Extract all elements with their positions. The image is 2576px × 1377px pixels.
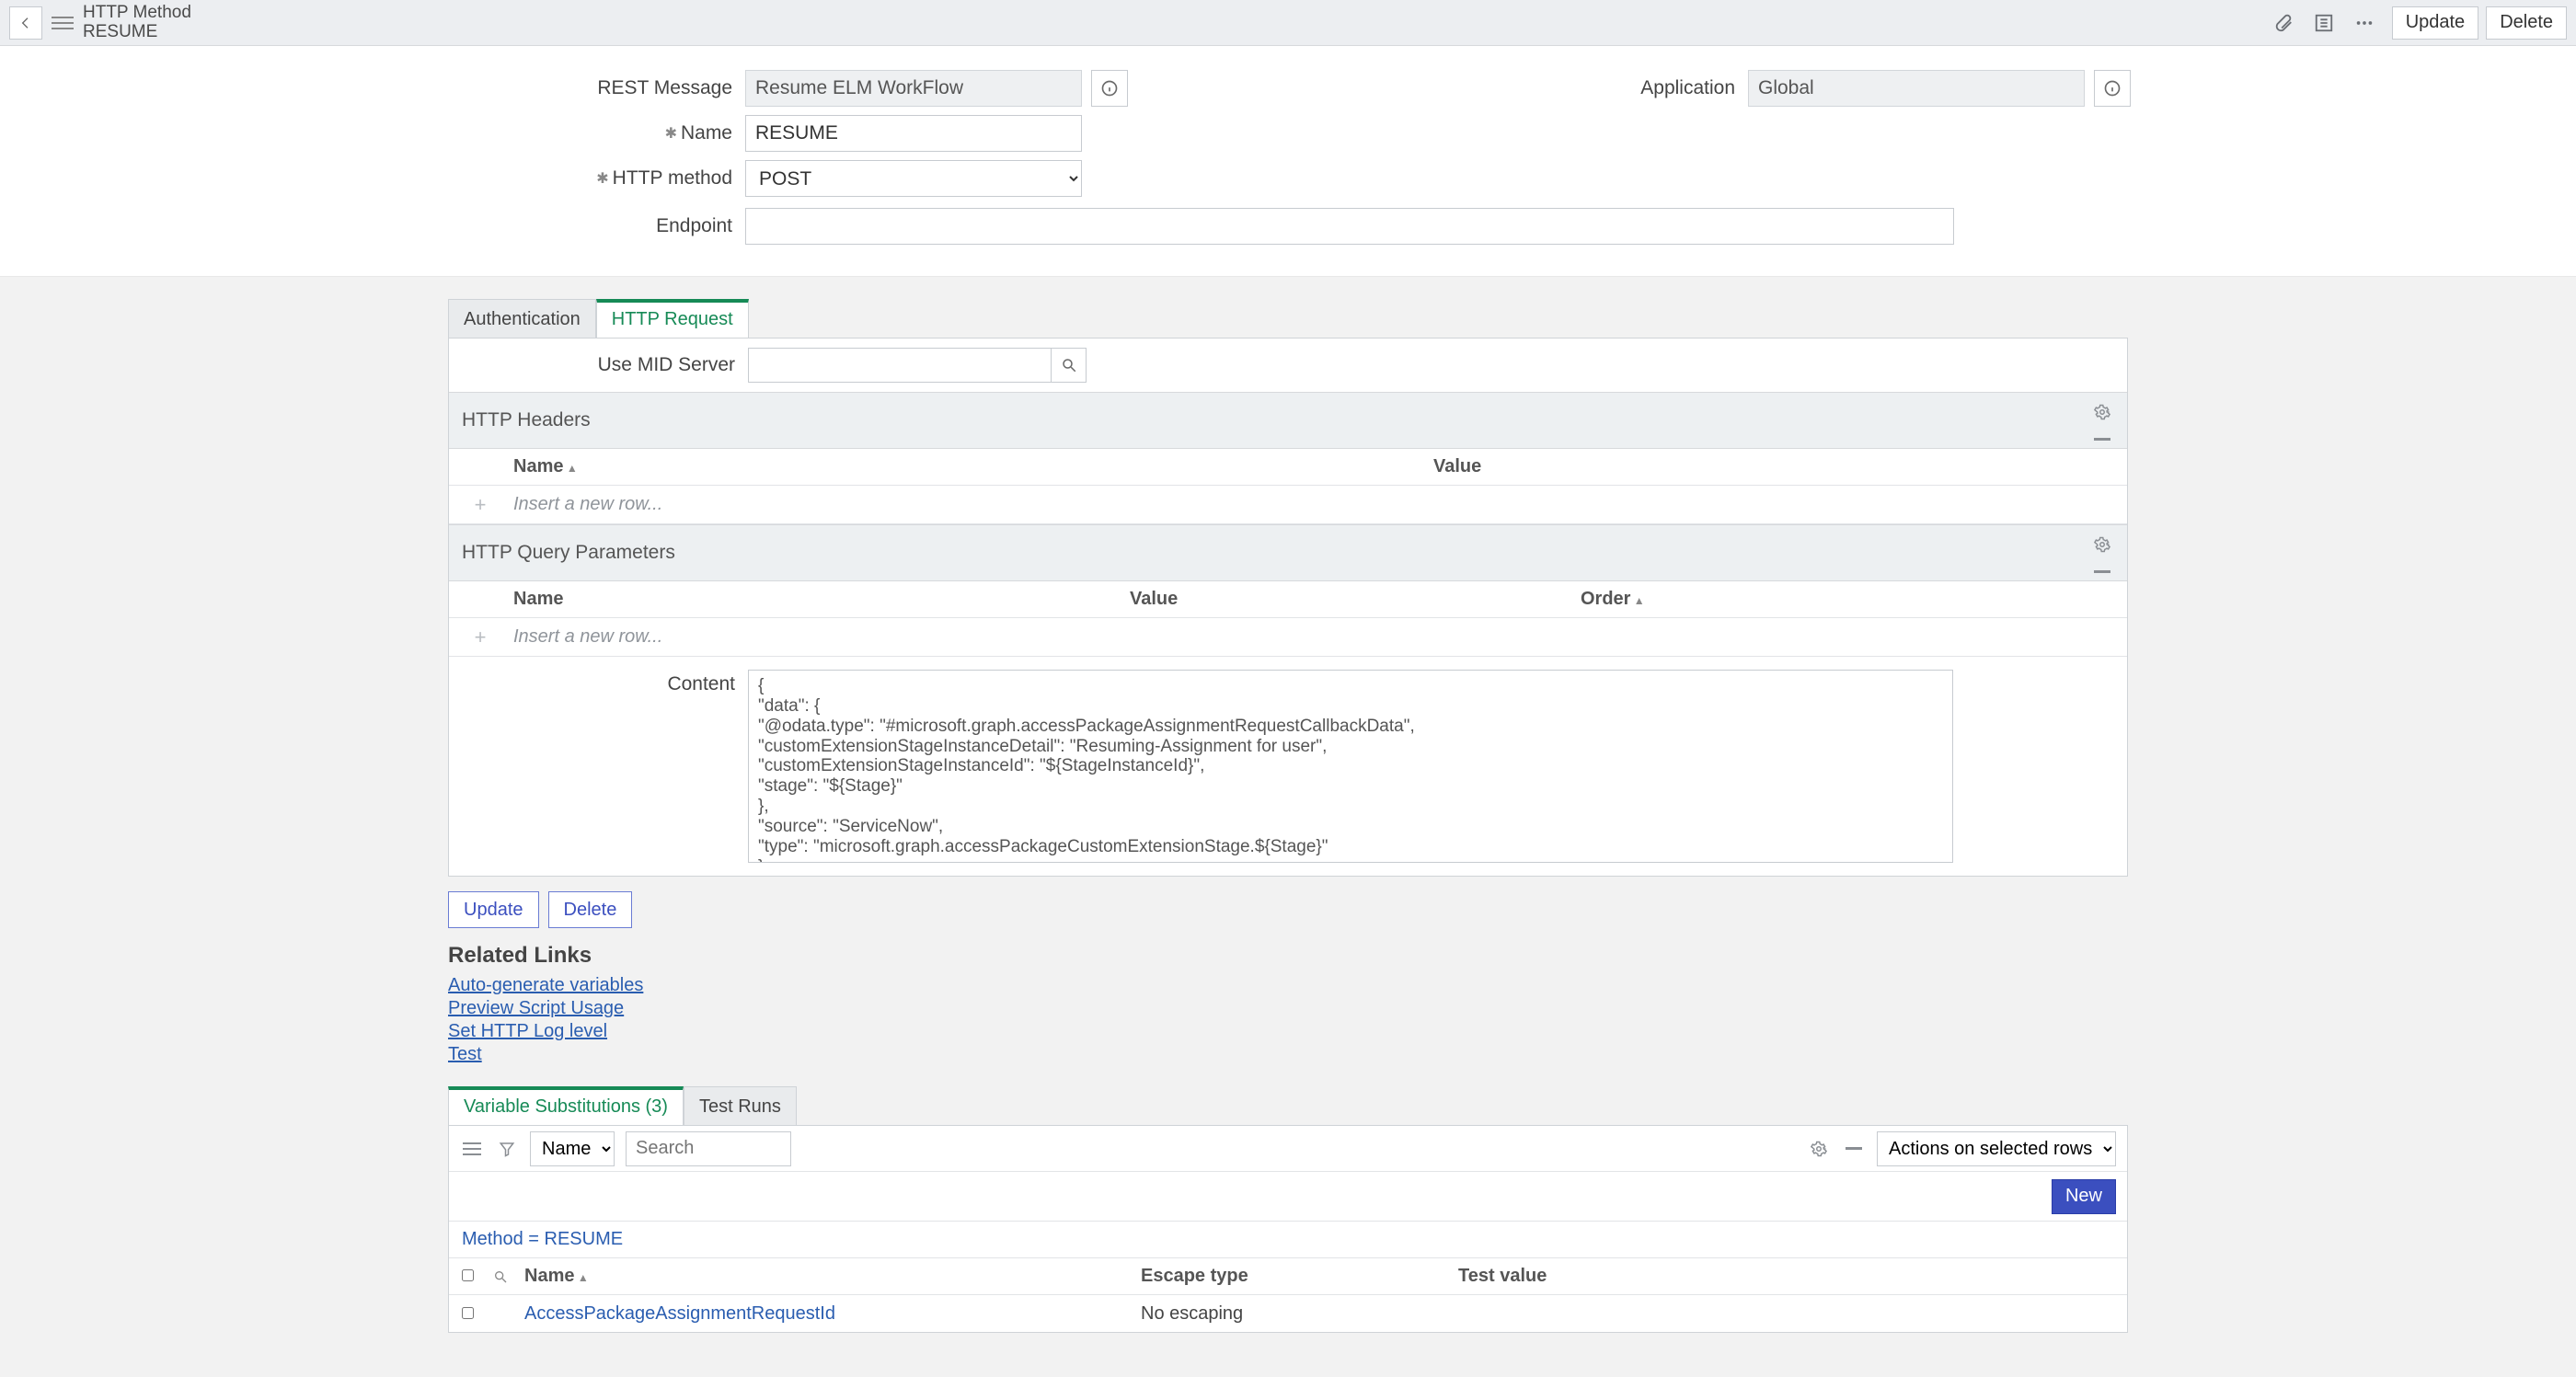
list-row[interactable]: AccessPackageAssignmentRequestId No esca… bbox=[449, 1295, 2127, 1332]
title-main: HTTP Method bbox=[83, 4, 191, 23]
new-button[interactable]: New bbox=[2052, 1179, 2116, 1214]
insert-row-text: Insert a new row... bbox=[513, 494, 662, 515]
top-header-bar: HTTP Method RESUME Update Delete bbox=[0, 0, 2576, 46]
link-preview-script[interactable]: Preview Script Usage bbox=[448, 997, 2576, 1020]
name-field[interactable] bbox=[745, 115, 1082, 152]
rest-message-label: REST Message bbox=[0, 77, 745, 99]
rest-message-info-icon[interactable] bbox=[1091, 70, 1128, 107]
back-button[interactable] bbox=[9, 6, 42, 40]
tab-test-runs[interactable]: Test Runs bbox=[684, 1086, 797, 1125]
mid-server-label: Use MID Server bbox=[449, 354, 748, 376]
name-label: ✱Name bbox=[0, 122, 745, 144]
list-col-escape[interactable]: Escape type bbox=[1141, 1266, 1458, 1287]
link-set-log-level[interactable]: Set HTTP Log level bbox=[448, 1020, 2576, 1043]
content-label: Content bbox=[449, 670, 748, 863]
group-field-select[interactable]: Name bbox=[530, 1131, 615, 1166]
insert-row-text: Insert a new row... bbox=[513, 626, 662, 648]
row-escape: No escaping bbox=[1141, 1303, 1458, 1325]
activity-icon[interactable] bbox=[2311, 10, 2337, 36]
attachment-icon[interactable] bbox=[2271, 10, 2296, 36]
http-headers-section: HTTP Headers bbox=[449, 392, 2127, 449]
required-icon: ✱ bbox=[665, 124, 677, 143]
actions-select[interactable]: Actions on selected rows... bbox=[1877, 1131, 2116, 1166]
hamburger-icon[interactable] bbox=[52, 12, 74, 34]
related-links-heading: Related Links bbox=[448, 943, 2576, 969]
http-method-label: ✱HTTP method bbox=[0, 167, 745, 189]
application-info-icon[interactable] bbox=[2094, 70, 2131, 107]
page-title: HTTP Method RESUME bbox=[83, 4, 191, 42]
update-button[interactable]: Update bbox=[448, 891, 539, 928]
col-header-name[interactable]: Name bbox=[513, 456, 1433, 477]
application-label: Application bbox=[1288, 77, 1748, 99]
gear-icon[interactable] bbox=[1807, 1137, 1831, 1161]
gear-icon[interactable] bbox=[2092, 534, 2112, 555]
rest-message-field: Resume ELM WorkFlow bbox=[745, 70, 1082, 107]
plus-icon: + bbox=[467, 493, 493, 517]
list-toolbar: Name Actions on selected rows... bbox=[449, 1126, 2127, 1172]
list-header-row: Name Escape type Test value bbox=[449, 1258, 2127, 1295]
row-search-icon[interactable] bbox=[493, 1269, 524, 1284]
mid-server-field[interactable] bbox=[748, 348, 1052, 383]
more-icon[interactable] bbox=[2352, 10, 2377, 36]
header-delete-button[interactable]: Delete bbox=[2486, 6, 2567, 40]
row-name-link[interactable]: AccessPackageAssignmentRequestId bbox=[524, 1303, 835, 1324]
col-header-value[interactable]: Value bbox=[1433, 456, 1893, 477]
query-insert-row[interactable]: + Insert a new row... bbox=[449, 618, 2127, 657]
delete-button[interactable]: Delete bbox=[548, 891, 633, 928]
plus-icon: + bbox=[467, 625, 493, 649]
list-menu-icon[interactable] bbox=[460, 1137, 484, 1161]
form-section: REST Message Resume ELM WorkFlow ✱Name ✱… bbox=[0, 46, 2576, 277]
link-test[interactable]: Test bbox=[448, 1043, 2576, 1066]
header-update-button[interactable]: Update bbox=[2392, 6, 2479, 40]
list-breadcrumb[interactable]: Method = RESUME bbox=[449, 1222, 2127, 1258]
http-request-panel: Use MID Server HTTP Headers Name Value +… bbox=[448, 338, 2128, 877]
http-query-title: HTTP Query Parameters bbox=[462, 542, 675, 564]
application-field: Global bbox=[1748, 70, 2085, 107]
collapse-icon[interactable] bbox=[2092, 430, 2112, 450]
title-sub: RESUME bbox=[83, 23, 191, 42]
headers-insert-row[interactable]: + Insert a new row... bbox=[449, 486, 2127, 524]
tab-authentication[interactable]: Authentication bbox=[448, 299, 596, 338]
col-header-name[interactable]: Name bbox=[513, 589, 1130, 610]
link-auto-generate[interactable]: Auto-generate variables bbox=[448, 974, 2576, 997]
tab-variable-subs[interactable]: Variable Substitutions (3) bbox=[448, 1086, 684, 1125]
collapse-icon[interactable] bbox=[2092, 562, 2112, 582]
tab-http-request[interactable]: HTTP Request bbox=[596, 299, 749, 338]
row-checkbox[interactable] bbox=[462, 1307, 474, 1319]
list-col-test[interactable]: Test value bbox=[1458, 1266, 2127, 1287]
related-list-tabs: Variable Substitutions (3) Test Runs bbox=[448, 1086, 2576, 1125]
mid-server-lookup-icon[interactable] bbox=[1052, 348, 1087, 383]
http-method-select[interactable]: POST bbox=[745, 160, 1082, 197]
form-button-row: Update Delete bbox=[448, 891, 2576, 928]
list-col-name[interactable]: Name bbox=[524, 1266, 1141, 1287]
collapse-icon[interactable] bbox=[1842, 1137, 1866, 1161]
gear-icon[interactable] bbox=[2092, 402, 2112, 422]
endpoint-label: Endpoint bbox=[0, 215, 745, 237]
related-links: Related Links Auto-generate variables Pr… bbox=[448, 943, 2576, 1066]
col-header-order[interactable]: Order bbox=[1581, 589, 1765, 610]
endpoint-field[interactable] bbox=[745, 208, 1954, 245]
http-query-section: HTTP Query Parameters bbox=[449, 524, 2127, 581]
list-search-input[interactable] bbox=[626, 1131, 791, 1166]
col-header-value[interactable]: Value bbox=[1130, 589, 1581, 610]
required-icon: ✱ bbox=[596, 169, 608, 188]
filter-icon[interactable] bbox=[495, 1137, 519, 1161]
request-tabs: Authentication HTTP Request bbox=[448, 299, 2576, 338]
select-all-checkbox[interactable] bbox=[462, 1269, 474, 1281]
variable-subs-panel: Name Actions on selected rows... New Met… bbox=[448, 1125, 2128, 1333]
http-headers-title: HTTP Headers bbox=[462, 409, 591, 431]
content-textarea[interactable]: { "data": { "@odata.type": "#microsoft.g… bbox=[748, 670, 1953, 863]
